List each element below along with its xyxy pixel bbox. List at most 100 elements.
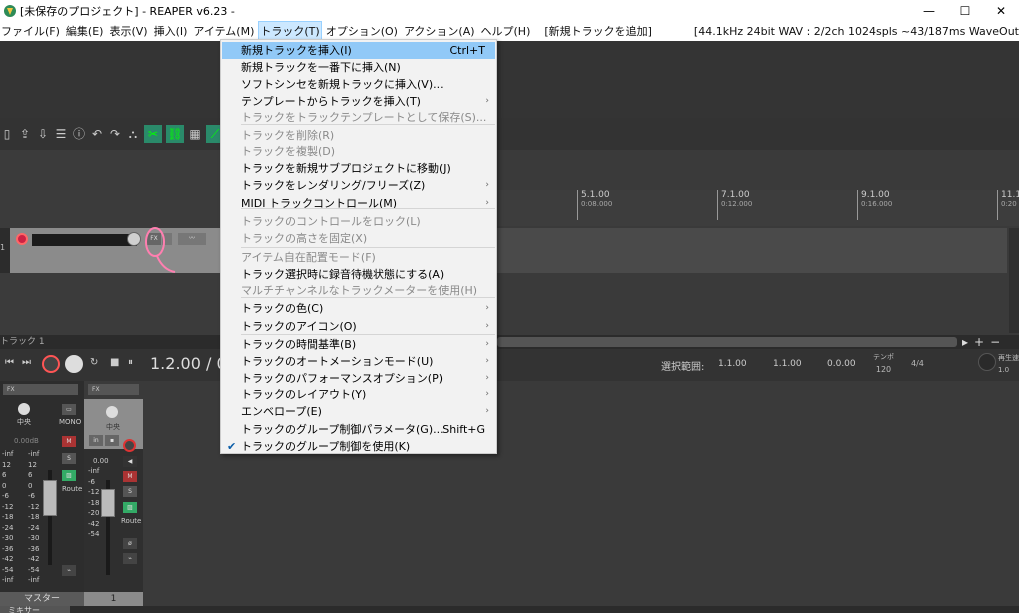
new-project-icon[interactable]: ▯ (0, 127, 14, 141)
timeline-ruler[interactable]: 5.1.00 0:08.000 7.1.00 0:12.000 9.1.00 0:16… (497, 190, 1019, 226)
ruler-mark: 11.1 0:20 (997, 190, 1019, 220)
menu-item[interactable]: [新規トラックを追加] (543, 22, 653, 41)
track-route-label: Route (121, 517, 142, 525)
master-mute-button[interactable]: M (62, 436, 76, 447)
mixer-panel (0, 381, 1019, 606)
project-settings-icon[interactable]: ☰ (54, 127, 68, 141)
record-arm-button[interactable] (16, 233, 28, 245)
menu-separator (241, 247, 495, 248)
menu-item[interactable]: 編集(E) (65, 22, 105, 41)
track-route-button[interactable]: ▨ (123, 502, 137, 513)
phase-button[interactable]: ▪ (105, 435, 119, 446)
redo-icon[interactable]: ↷ (108, 127, 122, 141)
pause-icon[interactable]: ⏸ (128, 357, 133, 368)
zoom-out-icon[interactable]: − (990, 335, 1000, 349)
play-marker-icon[interactable]: ▸ (962, 335, 968, 349)
go-to-end-icon[interactable]: ⏭ (22, 357, 31, 368)
close-button[interactable]: ✕ (983, 0, 1019, 22)
track-menu-item[interactable]: ソフトシンセを新規トラックに挿入(V)... (222, 76, 495, 93)
master-label[interactable]: マスター (0, 592, 84, 606)
open-project-icon[interactable]: ⇪ (18, 127, 32, 141)
track-menu-item[interactable]: トラックをレンダリング/フリーズ(Z) › (222, 177, 495, 194)
zoom-controls: ▸ + − (962, 335, 1000, 349)
volume-knob[interactable] (127, 232, 141, 246)
track-menu-item: トラックの高さを固定(X) (222, 230, 495, 247)
play-button[interactable] (65, 355, 83, 373)
track-menu-item[interactable]: トラックのレイアウト(Y) › (222, 386, 495, 403)
phase-invert-icon[interactable]: ø (123, 538, 137, 549)
track-pan-knob[interactable] (106, 406, 118, 418)
master-env-icon[interactable]: ⌁ (62, 565, 76, 576)
track-fx-slot[interactable]: FX (88, 384, 139, 395)
menu-bar: ファイル(F) 編集(E) 表示(V) 挿入(I) アイテム(M) トラック(T) オプショ… (0, 21, 1019, 42)
track-menu-item[interactable]: トラックのグループ制御を使用(K) ✔ (222, 438, 495, 455)
repeat-icon[interactable]: ↻ (90, 357, 98, 368)
speaker-icon[interactable]: ◀ (123, 456, 137, 467)
track-name-field[interactable] (32, 234, 137, 246)
track-menu-item-label: ソフトシンセを新規トラックに挿入(V)... (241, 78, 444, 91)
menu-item[interactable]: 挿入(I) (153, 22, 189, 41)
selection-length[interactable]: 0.0.00 (827, 359, 856, 369)
track1-mixer-label[interactable]: 1 (84, 592, 143, 606)
track-menu-item[interactable]: エンベロープ(E) › (222, 403, 495, 420)
track-menu-item[interactable]: トラックの時間基準(B) › (222, 336, 495, 353)
meter-tick: 0 (2, 481, 7, 490)
mixer-record-arm[interactable] (123, 439, 136, 452)
track-menu-item[interactable]: 新規トラックを挿入(I) Ctrl+T (222, 42, 495, 59)
track-lane[interactable] (497, 228, 1007, 273)
mono-label: MONO (59, 418, 82, 426)
undo-icon[interactable]: ↶ (90, 127, 104, 141)
track-menu-item[interactable]: トラックのパフォーマンスオプション(P) › (222, 370, 495, 387)
mixer-tab[interactable]: ミキサー (0, 606, 70, 613)
go-to-start-icon[interactable]: ⏮ (5, 357, 14, 368)
input-button[interactable]: in (89, 435, 103, 446)
meter-tick: -24 (28, 523, 40, 532)
track-menu-item[interactable]: 新規トラックを一番下に挿入(N) (222, 59, 495, 76)
time-signature[interactable]: 4/4 (911, 359, 924, 368)
track-menu-item[interactable]: トラックのグループ制御パラメータ(G)... Shift+G (222, 421, 495, 438)
track-menu-item: トラックのコントロールをロック(L) (222, 213, 495, 230)
maximize-button[interactable]: ☐ (947, 0, 983, 22)
master-fader[interactable] (43, 480, 57, 516)
track-solo-button[interactable]: S (123, 486, 137, 497)
submenu-arrow-icon: › (485, 198, 489, 208)
track-menu-item: アイテム自在配置モード(F) (222, 249, 495, 266)
vertical-scrollbar[interactable] (1009, 228, 1019, 333)
mono-button[interactable]: ▭ (62, 404, 76, 415)
save-project-icon[interactable]: ⇩ (36, 127, 50, 141)
track-menu-item-label: トラックを複製(D) (241, 145, 336, 158)
menu-item[interactable]: 表示(V) (108, 22, 148, 41)
track-mute-button[interactable]: M (123, 471, 137, 482)
track-menu-item[interactable]: MIDI トラックコントロール(M) › (222, 195, 495, 212)
track-menu-item[interactable]: テンプレートからトラックを挿入(T) › (222, 93, 495, 110)
master-solo-button[interactable]: S (62, 453, 76, 464)
minimize-button[interactable]: — (911, 0, 947, 22)
menu-item[interactable]: ファイル(F) (0, 22, 61, 41)
menu-separator (241, 124, 495, 125)
track-fader[interactable] (101, 489, 115, 517)
playrate-display: 再生速 1.0 (998, 354, 1019, 374)
master-pan-knob[interactable] (18, 403, 30, 415)
track-menu-item[interactable]: トラックのアイコン(O) › (222, 318, 495, 335)
tempo-display[interactable]: テンポ 120 (873, 352, 894, 374)
ripple-edit-icon[interactable]: ✂ (144, 125, 162, 143)
link-icon[interactable]: ⛓ (166, 125, 184, 143)
info-icon[interactable]: ⓘ (72, 127, 86, 141)
grid-icon[interactable]: ▦ (188, 127, 202, 141)
reaper-logo-icon (4, 5, 16, 17)
track-menu-item[interactable]: トラックのオートメーションモード(U) › (222, 353, 495, 370)
track-menu-item[interactable]: トラックの色(C) › (222, 300, 495, 317)
playrate-knob[interactable] (978, 353, 996, 371)
track-menu-item[interactable]: トラック選択時に録音待機状態にする(A) (222, 266, 495, 283)
master-route-button[interactable]: ▨ (62, 470, 76, 481)
metronome-icon[interactable]: ⛬ (126, 127, 140, 141)
track-env-icon[interactable]: ⌁ (123, 553, 137, 564)
master-fx-slot[interactable]: FX (3, 384, 78, 395)
record-button[interactable] (42, 355, 60, 373)
horizontal-scrollbar[interactable] (497, 337, 957, 347)
track-menu-item[interactable]: トラックを新規サブプロジェクトに移動(J) (222, 160, 495, 177)
zoom-in-icon[interactable]: + (974, 335, 984, 349)
selection-end[interactable]: 1.1.00 (773, 359, 802, 369)
selection-start[interactable]: 1.1.00 (718, 359, 747, 369)
stop-icon[interactable]: ■ (110, 357, 119, 368)
